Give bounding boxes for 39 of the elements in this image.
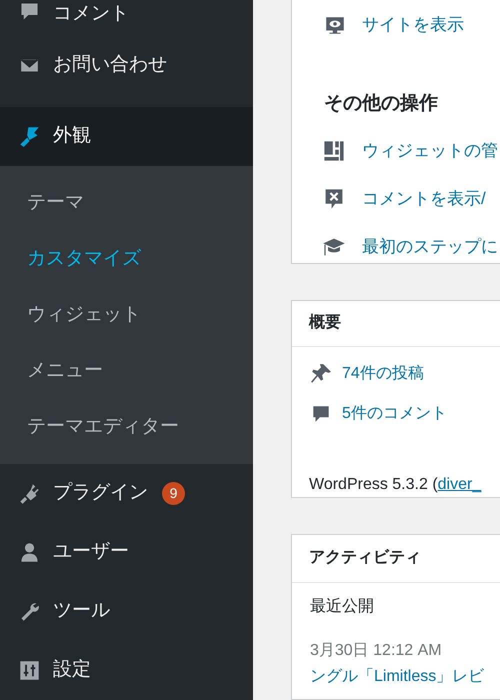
menu-label: コメント — [53, 2, 129, 26]
site-link[interactable]: サイトを表示 — [362, 12, 464, 38]
menu-label: ツール — [53, 599, 110, 624]
layout-grid-icon — [322, 138, 346, 162]
post-date: 3月30日 12:12 AM — [310, 640, 443, 660]
menu-item[interactable]: ツール — [0, 582, 253, 641]
card-title: アクティビティ — [309, 548, 421, 568]
menu-label: 外観 — [53, 124, 91, 148]
submenu-item[interactable]: メニュー — [0, 343, 253, 399]
menu-item[interactable]: プラグイン 9 — [0, 464, 253, 523]
menu-label: ユーザー — [53, 540, 129, 564]
menu-label: 設定 — [53, 658, 91, 682]
menu-item[interactable]: コメント — [0, 0, 253, 36]
submenu-item[interactable]: テーマエディター — [0, 399, 253, 455]
action-link[interactable]: 最初のステップに — [362, 234, 498, 260]
action-link[interactable]: コメントを表示/ — [362, 186, 486, 212]
sliders-icon — [18, 659, 41, 682]
menu-item[interactable]: 外観 — [0, 107, 253, 166]
stat-link[interactable]: 5件のコメント — [342, 402, 447, 426]
card-title: 概要 — [309, 312, 341, 333]
section-heading: その他の操作 — [324, 92, 439, 116]
submenu-item[interactable]: カスタマイズ — [0, 231, 253, 287]
menu-item[interactable]: ユーザー — [0, 523, 253, 582]
menu-label: プラグイン — [53, 481, 148, 506]
submenu-item[interactable]: ウィジェット — [0, 287, 253, 343]
menu-label: お問い合わせ — [53, 53, 167, 78]
post-link[interactable]: ングル「Limitless」レビ — [310, 664, 500, 688]
paintbrush-icon — [18, 125, 41, 148]
menu-item[interactable]: お問い合わせ — [0, 36, 253, 95]
section-label: 最近公開 — [310, 596, 375, 616]
submenu-item[interactable]: テーマ — [0, 175, 253, 231]
menu-item[interactable]: 設定 — [0, 641, 253, 700]
action-link[interactable]: ウィジェットの管 — [362, 138, 498, 164]
pushpin-icon — [310, 362, 332, 384]
stat-link[interactable]: 74件の投稿 — [342, 362, 424, 386]
version-text: WordPress 5.3.2 ( — [309, 474, 438, 494]
plug-icon — [18, 482, 41, 505]
theme-link[interactable]: diver_ — [438, 472, 482, 496]
count-badge: 9 — [162, 482, 185, 505]
